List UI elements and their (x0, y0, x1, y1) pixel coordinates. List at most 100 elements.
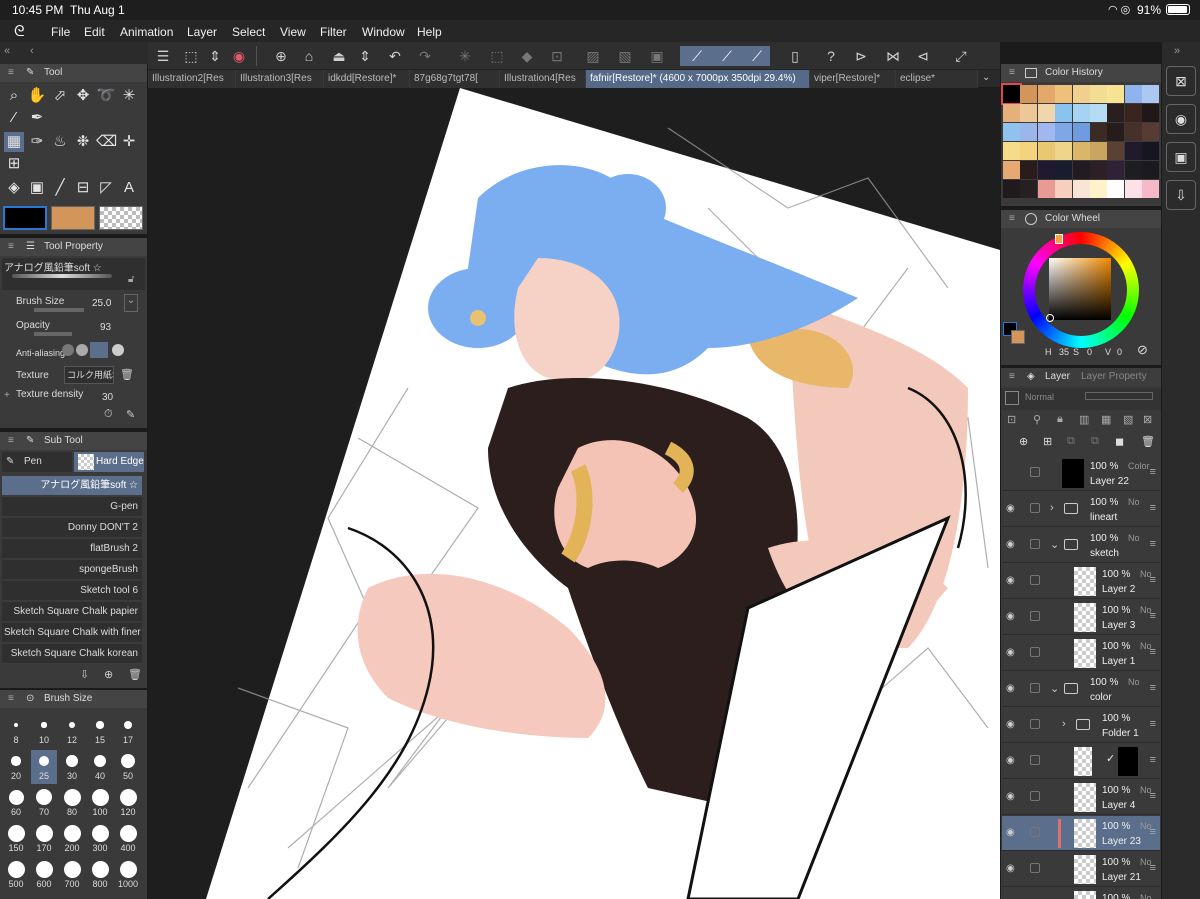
panel-grip-icon[interactable]: ≡ (8, 64, 14, 82)
sv-cursor[interactable] (1046, 314, 1054, 322)
decoration-icon[interactable]: ❉ (73, 132, 93, 152)
layer-row[interactable]: ◉ 100 % No Layer 1 ≡ (1002, 636, 1160, 671)
color-history-swatch[interactable] (1107, 142, 1125, 160)
quick-save-icon[interactable]: ▣ (1166, 142, 1196, 172)
brush-size-cell[interactable]: 1000 (115, 858, 141, 892)
layer-menu-icon[interactable]: ≡ (1150, 538, 1156, 550)
brush-size-cell[interactable]: 10 (31, 714, 57, 748)
menu-window[interactable]: Window (362, 25, 405, 39)
brush-size-cell[interactable]: 600 (31, 858, 57, 892)
color-history-swatch[interactable] (1072, 104, 1090, 122)
brush-size-cell[interactable]: 170 (31, 822, 57, 856)
export-icon[interactable]: ⇩ (80, 668, 89, 681)
layer-row[interactable]: ◉ 100 % No Layer 4 ≡ (1002, 780, 1160, 815)
eye-icon[interactable]: ◉ (1006, 719, 1015, 730)
brush-size-cell[interactable]: 30 (59, 750, 85, 784)
menu-file[interactable]: File (51, 25, 70, 39)
layer-property-tab[interactable]: Layer Property (1081, 368, 1147, 386)
color-history-swatch[interactable] (1090, 142, 1107, 160)
tab-overflow-chevron-icon[interactable]: ⌄ (982, 72, 990, 83)
brush-size-cell[interactable]: 700 (59, 858, 85, 892)
save-icon[interactable]: ⏏ (328, 46, 350, 66)
lasso-icon[interactable]: ➰ (96, 86, 116, 106)
subtool-item-chalk-korean[interactable]: Sketch Square Chalk korean (2, 644, 142, 664)
color-history-swatch[interactable] (1090, 85, 1107, 103)
object-select-icon[interactable]: ⬀ (50, 86, 70, 106)
subtool-item-chalk-papier[interactable]: Sketch Square Chalk papier (2, 602, 142, 622)
layer-row[interactable]: ◉ 100 % No Layer 23 ≡ (1002, 816, 1160, 851)
color-history-swatch[interactable] (1072, 85, 1090, 103)
color-history-swatch[interactable] (1142, 142, 1160, 160)
new-file-icon[interactable]: ⊕ (270, 46, 292, 66)
layer-checkbox[interactable] (1030, 575, 1040, 585)
color-mode-icon[interactable]: ⊘ (1137, 342, 1148, 358)
eye-icon[interactable]: ◉ (1006, 827, 1015, 838)
color-history-swatch[interactable] (1020, 104, 1038, 122)
subtool-item-sketch-tool-6[interactable]: Sketch tool 6 (2, 581, 142, 601)
pen-tool-icon[interactable]: ✒ (27, 108, 47, 128)
layer-panel-title[interactable]: Layer (1029, 371, 1070, 382)
pressure-icon[interactable]: ⌄ (124, 294, 138, 312)
eye-icon[interactable]: ◉ (1006, 539, 1015, 550)
layer-checkbox[interactable] (1030, 539, 1040, 549)
lock-layer-icon[interactable]: 🔒︎ (1057, 413, 1063, 426)
eye-icon[interactable]: ◉ (1006, 503, 1015, 514)
color-history-swatch[interactable] (1037, 85, 1055, 103)
layer-menu-icon[interactable]: ≡ (1150, 826, 1156, 838)
brush-size-cell[interactable]: 15 (87, 714, 113, 748)
tab-eclipse[interactable]: eclipse* (896, 70, 978, 88)
brush-size-cell[interactable]: 8 (3, 714, 29, 748)
brush-size-cell[interactable]: 120 (115, 786, 141, 820)
color-history-swatch[interactable] (1003, 161, 1020, 179)
color-history-swatch[interactable] (1055, 161, 1073, 179)
color-history-swatch[interactable] (1020, 85, 1038, 103)
layer-menu-icon[interactable]: ≡ (1150, 466, 1156, 478)
layer-menu-icon[interactable]: ≡ (1150, 862, 1156, 874)
eyedropper-icon[interactable]: ⁄ (4, 108, 24, 128)
color-history-swatch[interactable] (1020, 180, 1038, 198)
tab-fafnir[interactable]: fafnir[Restore]* (4600 x 7000px 350dpi 2… (586, 70, 810, 88)
color-history-swatch[interactable] (1055, 123, 1073, 141)
fill-bucket-icon[interactable]: ◈ (4, 178, 24, 198)
layer-checkbox[interactable] (1030, 791, 1040, 801)
brush-size-cell[interactable]: 12 (59, 714, 85, 748)
brush-size-cell[interactable]: 400 (115, 822, 141, 856)
eye-icon[interactable]: ◉ (1006, 791, 1015, 802)
eye-icon[interactable]: ◉ (1006, 683, 1015, 694)
layer-menu-icon[interactable]: ≡ (1150, 718, 1156, 730)
layer-checkbox[interactable] (1030, 719, 1040, 729)
color-history-swatch[interactable] (1037, 123, 1055, 141)
subtool-item-chalk-finer[interactable]: Sketch Square Chalk with finer (2, 623, 142, 643)
new-folder-icon[interactable]: ⊞ (1043, 435, 1052, 448)
texture-value[interactable]: コルク用紙3 (64, 366, 114, 384)
brush-size-cell[interactable]: 70 (31, 786, 57, 820)
magic-wand-icon[interactable]: ✳ (119, 86, 139, 106)
color-history-swatch[interactable] (1124, 85, 1142, 103)
delete-subtool-icon[interactable]: 🗑︎ (128, 668, 142, 681)
subtool-item-g-pen[interactable]: G-pen (2, 497, 142, 517)
zoom-icon[interactable]: ⌕ (4, 86, 24, 106)
color-history-swatch[interactable] (1107, 123, 1125, 141)
folder-toggle-chevron-icon[interactable]: › (1050, 502, 1054, 514)
color-history-swatch[interactable] (1001, 83, 1022, 105)
texture-density-value[interactable]: 30 (102, 392, 113, 403)
color-history-swatch[interactable] (1142, 104, 1160, 122)
clear-icon[interactable]: ⬚ (486, 46, 508, 66)
clip-icon[interactable]: ⊡ (1007, 413, 1016, 426)
brush-size-cell[interactable]: 500 (3, 858, 29, 892)
layer-checkbox[interactable] (1030, 827, 1040, 837)
grid-icon[interactable]: ⊞ (4, 154, 24, 174)
color-history-swatch[interactable] (1072, 180, 1090, 198)
layer-menu-icon[interactable]: ≡ (1150, 646, 1156, 658)
draft-icon[interactable]: ⊠ (1143, 413, 1152, 426)
tab-idkdd[interactable]: idkdd[Restore]* (324, 70, 410, 88)
brush-size-cell[interactable]: 800 (87, 858, 113, 892)
fullscreen-icon[interactable]: ⤢ (950, 46, 972, 66)
reset-icon[interactable]: ⏱ (104, 408, 113, 421)
eye-icon[interactable]: ◉ (1006, 647, 1015, 658)
color-history-swatch[interactable] (1090, 161, 1107, 179)
color-history-swatch[interactable] (1124, 180, 1142, 198)
updown-icon[interactable]: ⇕ (204, 46, 226, 66)
loading-icon[interactable]: ✳ (454, 46, 476, 66)
color-history-swatch[interactable] (1003, 104, 1020, 122)
